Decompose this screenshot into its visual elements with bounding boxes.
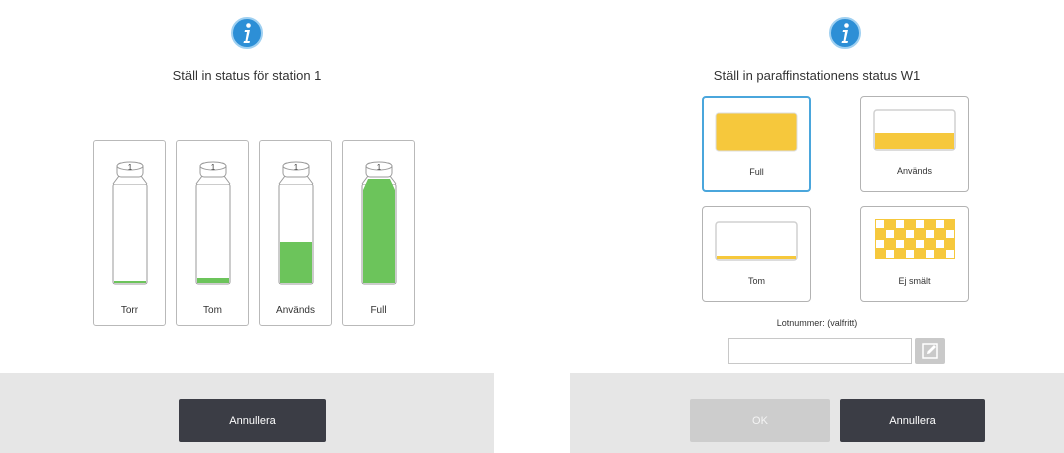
cancel-button[interactable]: Annullera [179,399,326,442]
paraffin-empty-icon [715,221,798,261]
dialog-title: Ställ in status för station 1 [172,68,322,83]
liquid-level [280,242,312,283]
checker-cell [876,220,884,228]
bottle-option-in-use[interactable]: 1 Används [259,140,332,326]
station-number: 1 [294,163,299,172]
bottle-icon: 1 [361,161,397,285]
paraffin-partial-icon [873,109,956,151]
checker-cell [946,250,954,258]
checker-cell [906,230,914,238]
liquid-level [197,278,229,283]
checker-cell [926,230,934,238]
checker-cell [876,240,884,248]
option-label: Tom [747,276,765,286]
checker-cell [936,220,944,228]
paraffin-unmelted-icon [875,219,955,259]
checker-cell [886,250,894,258]
edit-button[interactable] [915,338,945,364]
paraffin-option-empty[interactable]: Tom [702,206,811,302]
dialog-footer: OK Annullera [570,373,1064,453]
lot-number-label: Lotnummer: (valfritt) [776,318,858,328]
station-status-dialog: Ställ in status för station 1 1 Torr 1 T… [0,0,494,453]
paraffin-status-dialog: Ställ in paraffinstationens status W1 Fu… [570,0,1064,453]
paraffin-full-icon [715,112,798,152]
info-icon [829,17,861,49]
bottle-label: Tom [203,305,222,316]
lot-number-input[interactable] [728,338,912,364]
bottle-label: Full [370,305,387,316]
paraffin-option-full[interactable]: Full [702,96,811,192]
checker-cell [916,220,924,228]
bottle-icon: 1 [195,161,231,285]
pencil-icon [922,343,938,359]
cancel-button[interactable]: Annullera [840,399,985,442]
bottle-label: Används [276,305,315,316]
station-number: 1 [211,163,216,172]
dialog-title: Ställ in paraffinstationens status W1 [713,68,921,83]
station-number: 1 [128,163,133,172]
checker-cell [946,230,954,238]
checker-cell [936,240,944,248]
option-label: Ej smält [898,276,931,286]
dialog-footer: Annullera [0,373,494,453]
paraffin-option-unmelted[interactable]: Ej smält [860,206,969,302]
bottle-option-dry[interactable]: 1 Torr [93,140,166,326]
bottle-label: Torr [120,305,139,316]
info-icon [231,17,263,49]
checker-cell [926,250,934,258]
bottle-icon: 1 [278,161,314,285]
checker-cell [896,240,904,248]
checker-cell [896,220,904,228]
liquid-level [114,281,146,283]
paraffin-option-in-use[interactable]: Används [860,96,969,192]
station-number: 1 [377,163,382,172]
checker-cell [906,250,914,258]
bottle-option-full[interactable]: 1 Full [342,140,415,326]
option-label: Används [896,166,933,176]
bottle-option-empty[interactable]: 1 Tom [176,140,249,326]
ok-button[interactable]: OK [690,399,830,442]
option-label: Full [749,167,764,177]
checker-cell [886,230,894,238]
liquid-level [363,179,395,283]
bottle-icon: 1 [112,161,148,285]
checker-cell [916,240,924,248]
